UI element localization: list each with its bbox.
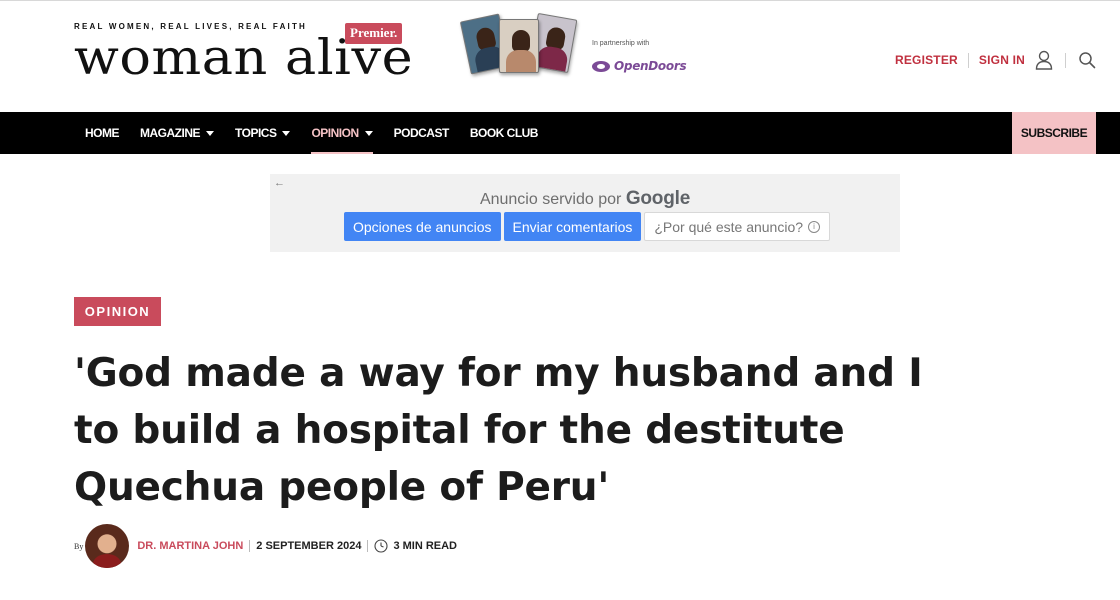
nav-item-podcast[interactable]: PODCAST [393, 112, 450, 154]
main-nav: HOME MAGAZINE TOPICS OPINION PODCAST BOO… [0, 112, 1120, 154]
subscribe-button[interactable]: SUBSCRIBE [1012, 112, 1096, 154]
ad-served-text: Anuncio servido por [479, 191, 622, 208]
account-links: REGISTER SIGN IN [895, 47, 1098, 73]
nav-item-label: HOME [85, 126, 120, 140]
caret-down-icon [364, 130, 373, 136]
google-logo: Google [625, 188, 691, 209]
info-icon: i [808, 220, 821, 233]
opendoors-logo-icon [592, 59, 610, 73]
magazine-cover [499, 19, 539, 73]
ad-served-by: Anuncio servido por Google [270, 188, 900, 210]
premier-badge: Premier. [345, 23, 403, 44]
opendoors-logo[interactable]: OpenDoors [592, 56, 687, 76]
nav-item-topics[interactable]: TOPICS [235, 112, 291, 154]
opendoors-name: OpenDoors [614, 59, 687, 73]
ad-feedback-button[interactable]: Enviar comentarios [503, 212, 642, 241]
by-label: By [74, 541, 84, 551]
caret-down-icon [206, 130, 214, 136]
ad-container: ← Anuncio servido por Google Opciones de… [270, 174, 900, 252]
nav-item-label: OPINION [311, 126, 359, 140]
byline: By DR. MARTINA JOHN 2 SEPTEMBER 2024 3 M… [74, 524, 457, 568]
category-badge[interactable]: OPINION [74, 297, 161, 326]
ad-why-button[interactable]: ¿Por qué este anuncio? i [644, 212, 831, 241]
read-time: 3 MIN READ [393, 540, 457, 552]
site-header: REAL WOMEN, REAL LIVES, REAL FAITH woman… [0, 0, 1120, 112]
nav-item-label: MAGAZINE [140, 126, 201, 140]
nav-item-book-club[interactable]: BOOK CLUB [469, 112, 539, 154]
nav-item-label: PODCAST [393, 126, 450, 140]
magazine-covers-image[interactable] [459, 12, 578, 75]
nav-item-label: BOOK CLUB [469, 126, 539, 140]
user-icon[interactable] [1033, 49, 1055, 71]
avatar[interactable] [85, 524, 130, 568]
ad-why-label: ¿Por qué este anuncio? [654, 218, 804, 235]
register-link[interactable]: REGISTER [895, 53, 958, 67]
nav-item-opinion[interactable]: OPINION [311, 112, 373, 154]
search-icon[interactable] [1076, 49, 1098, 71]
nav-item-home[interactable]: HOME [85, 112, 120, 154]
divider [367, 540, 369, 552]
article-title: 'God made a way for my husband and I to … [74, 351, 923, 510]
author-link[interactable]: DR. MARTINA JOHN [137, 540, 243, 552]
clock-icon [374, 539, 388, 553]
signin-link[interactable]: SIGN IN [979, 53, 1025, 67]
ad-options-button[interactable]: Opciones de anuncios [344, 212, 501, 241]
divider [1065, 52, 1066, 68]
divider [967, 52, 969, 68]
partnership-label: In partnership with [592, 40, 650, 47]
caret-down-icon [282, 130, 291, 136]
nav-item-label: TOPICS [235, 126, 277, 140]
publish-date: 2 SEPTEMBER 2024 [256, 540, 362, 552]
nav-item-magazine[interactable]: MAGAZINE [140, 112, 214, 154]
divider [249, 540, 251, 552]
